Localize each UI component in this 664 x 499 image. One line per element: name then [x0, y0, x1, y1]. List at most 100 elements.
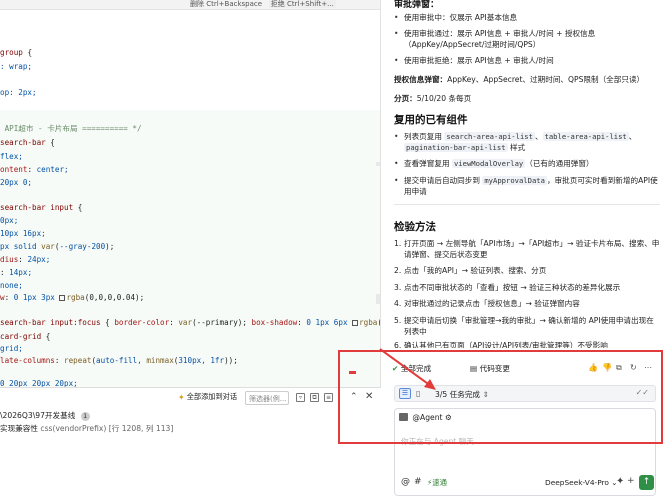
- code-token: border-color: [114, 318, 170, 327]
- plus-icon[interactable]: +: [627, 476, 635, 486]
- code-changes-button[interactable]: ▤ 代码变更: [470, 363, 510, 374]
- task-progress-row[interactable]: ☰ ▯ 3/5 任务完成 ⇕ ✓✓: [394, 385, 656, 402]
- copy-icon[interactable]: ⧉: [616, 363, 622, 373]
- code-line[interactable]: none;: [0, 281, 23, 291]
- code-line[interactable]: ontent: center;: [0, 165, 69, 175]
- list-item: 使用审批通过：展示 API信息 + 审批人/时间 + 授权信息（AppKey/A…: [394, 28, 660, 50]
- annotation-mark: [349, 371, 356, 374]
- problem-row[interactable]: 实现兼容性 css(vendorPrefix) [行 1208, 列 113]: [0, 423, 173, 434]
- filter-icon[interactable]: ▿: [296, 393, 305, 402]
- code-token: search-bar input:focus: [0, 318, 106, 327]
- refresh-icon[interactable]: ↻: [630, 363, 637, 372]
- code-line[interactable]: dius: 24px;: [0, 255, 50, 265]
- hash-icon[interactable]: #: [414, 477, 422, 487]
- code-token: late-columns: [0, 356, 55, 365]
- code-line[interactable]: API超市 - 卡片布局 ========== */: [0, 124, 142, 134]
- step-item: 4. 对审批通过的记录点击「授权信息」→ 验证弹窗内容: [394, 299, 580, 308]
- chevron-updown-icon: ⇕: [482, 390, 489, 399]
- problem-group-path: \2026Q3\97开发基线: [0, 411, 76, 420]
- all-done-status[interactable]: ✔ 全部完成: [392, 363, 431, 374]
- chevron-up-icon[interactable]: ⌃: [350, 392, 358, 402]
- add-all-to-chat-button[interactable]: ✦ 全部添加到对话: [178, 392, 237, 402]
- code-token: 0 20px 20px 20px;: [0, 379, 78, 387]
- code-line[interactable]: grid;: [0, 344, 23, 354]
- code-line[interactable]: search-bar input:focus { border-color: v…: [0, 318, 380, 328]
- send-button[interactable]: ↑: [639, 475, 654, 490]
- editor-white-region: [0, 10, 380, 110]
- reuse-heading: 复用的已有组件: [394, 114, 468, 126]
- code-token: dius: [0, 255, 19, 264]
- file-diff-icon: ▤: [470, 364, 478, 373]
- code-token: search-bar input: [0, 203, 78, 212]
- section-heading: 审批弹窗：: [394, 0, 440, 10]
- filter-input[interactable]: 筛选器(例...: [245, 391, 289, 405]
- code-line[interactable]: 0px;: [0, 216, 18, 226]
- problem-message: 实现兼容性: [0, 424, 38, 433]
- chat-input-placeholder[interactable]: 你正在与 Agent 聊天...: [401, 436, 481, 447]
- code-token: var: [41, 242, 55, 251]
- code-line[interactable]: px solid var(--gray-200);: [0, 242, 114, 252]
- code-line[interactable]: : 14px;: [0, 268, 32, 278]
- code-line[interactable]: search-bar input {: [0, 203, 82, 213]
- problems-panel: ✦ 全部添加到对话 筛选器(例... ▿ ⧉ ≡ ⌃ ✕ \2026Q3\97开…: [0, 387, 381, 499]
- code-token: repeat: [64, 356, 92, 365]
- document-icon[interactable]: ▯: [416, 388, 426, 399]
- code-line[interactable]: op: 2px;: [0, 88, 37, 98]
- code-line[interactable]: group {: [0, 48, 32, 58]
- agent-mode-chip[interactable]: @Agent ⚙: [399, 413, 452, 422]
- code-line[interactable]: 20px 0;: [0, 178, 32, 188]
- color-swatch-icon[interactable]: [352, 320, 359, 326]
- double-check-icon[interactable]: ✓✓: [636, 388, 649, 397]
- code-line[interactable]: w: 0 1px 3px rgba(0,0,0,0.04);: [0, 293, 144, 303]
- model-selector[interactable]: DeepSeek-V4-Pro ⌄: [545, 478, 618, 487]
- code-line[interactable]: : wrap;: [0, 62, 32, 72]
- auth-info-line: 授权信息弹窗：AppKey、AppSecret、过期时间、QPS限制（全部只读）: [394, 75, 645, 84]
- step-item: 2. 点击「我的API」→ 验证列表、搜索、分页: [394, 266, 547, 275]
- task-progress-text: 3/5 任务完成 ⇕: [435, 390, 489, 399]
- code-line[interactable]: flex;: [0, 152, 23, 162]
- code-token: (7: [377, 318, 380, 327]
- sparkle-icon: ✦: [178, 392, 185, 402]
- code-line[interactable]: 0 20px 20px 20px;: [0, 379, 78, 387]
- code-token: flex;: [0, 152, 23, 161]
- code-token: :: [27, 165, 37, 174]
- code-token: grid;: [0, 344, 23, 353]
- more-icon[interactable]: ⋯: [644, 363, 652, 372]
- agent-label: @Agent: [412, 413, 443, 422]
- code-line[interactable]: 10px 16px;: [0, 229, 46, 239]
- code-token: px solid: [0, 242, 42, 251]
- verify-heading: 检验方法: [394, 221, 436, 233]
- arrow-up-icon: ↑: [642, 477, 651, 487]
- step-item: 1. 打开页面 → 左侧导航「API市场」→「API超市」→ 验证卡片布局、搜索、…: [394, 239, 660, 259]
- code-editor[interactable]: 删除 Ctrl+Backspace 拒绝 Ctrl+Shift+... grou…: [0, 0, 381, 387]
- code-token: card-grid: [0, 332, 46, 341]
- add-context-icon[interactable]: ✦: [616, 476, 624, 487]
- close-icon[interactable]: ✕: [365, 391, 373, 402]
- code-line[interactable]: card-grid {: [0, 332, 50, 342]
- code-line[interactable]: late-columns: repeat(auto-fill, minmax(3…: [0, 356, 238, 366]
- code-token: 0 1px 6px: [306, 318, 353, 327]
- code-token: 24px;: [27, 255, 51, 264]
- list-check-icon[interactable]: ☰: [399, 388, 411, 399]
- editor-topbar: 删除 Ctrl+Backspace 拒绝 Ctrl+Shift+...: [0, 0, 380, 10]
- agent-settings-icon[interactable]: ⚙: [445, 413, 452, 422]
- list-item: 查看弹窗复用 viewModalOverlay（已有的通用弹窗）: [394, 158, 660, 169]
- chat-response-content: 审批弹窗： 使用审批中：仅展示 API基本信息 使用审批通过：展示 API信息 …: [382, 0, 664, 348]
- color-swatch-icon[interactable]: [59, 295, 66, 301]
- collapse-all-icon[interactable]: ≡: [324, 393, 333, 402]
- problem-location: [行 1208, 列 113]: [108, 424, 174, 433]
- mention-icon[interactable]: @: [401, 477, 410, 487]
- problem-group-row[interactable]: \2026Q3\97开发基线 1: [0, 410, 90, 421]
- thumbs-down-icon[interactable]: 👎: [602, 363, 612, 372]
- speed-mode-toggle[interactable]: ⚡速通: [427, 477, 447, 488]
- thumbs-up-icon[interactable]: 👍: [588, 363, 598, 372]
- code-token: search-bar: [0, 138, 51, 147]
- code-token: {: [45, 332, 51, 341]
- agent-icon: [399, 413, 408, 421]
- code-token: rgba: [66, 293, 85, 302]
- chat-input-box[interactable]: @Agent ⚙ 你正在与 Agent 聊天... @ # ⚡速通 DeepSe…: [394, 408, 656, 496]
- code-token: 14px;: [9, 268, 33, 277]
- code-line[interactable]: search-bar {: [0, 138, 55, 148]
- copy-icon[interactable]: ⧉: [310, 393, 319, 402]
- code-token: : wrap;: [0, 62, 33, 71]
